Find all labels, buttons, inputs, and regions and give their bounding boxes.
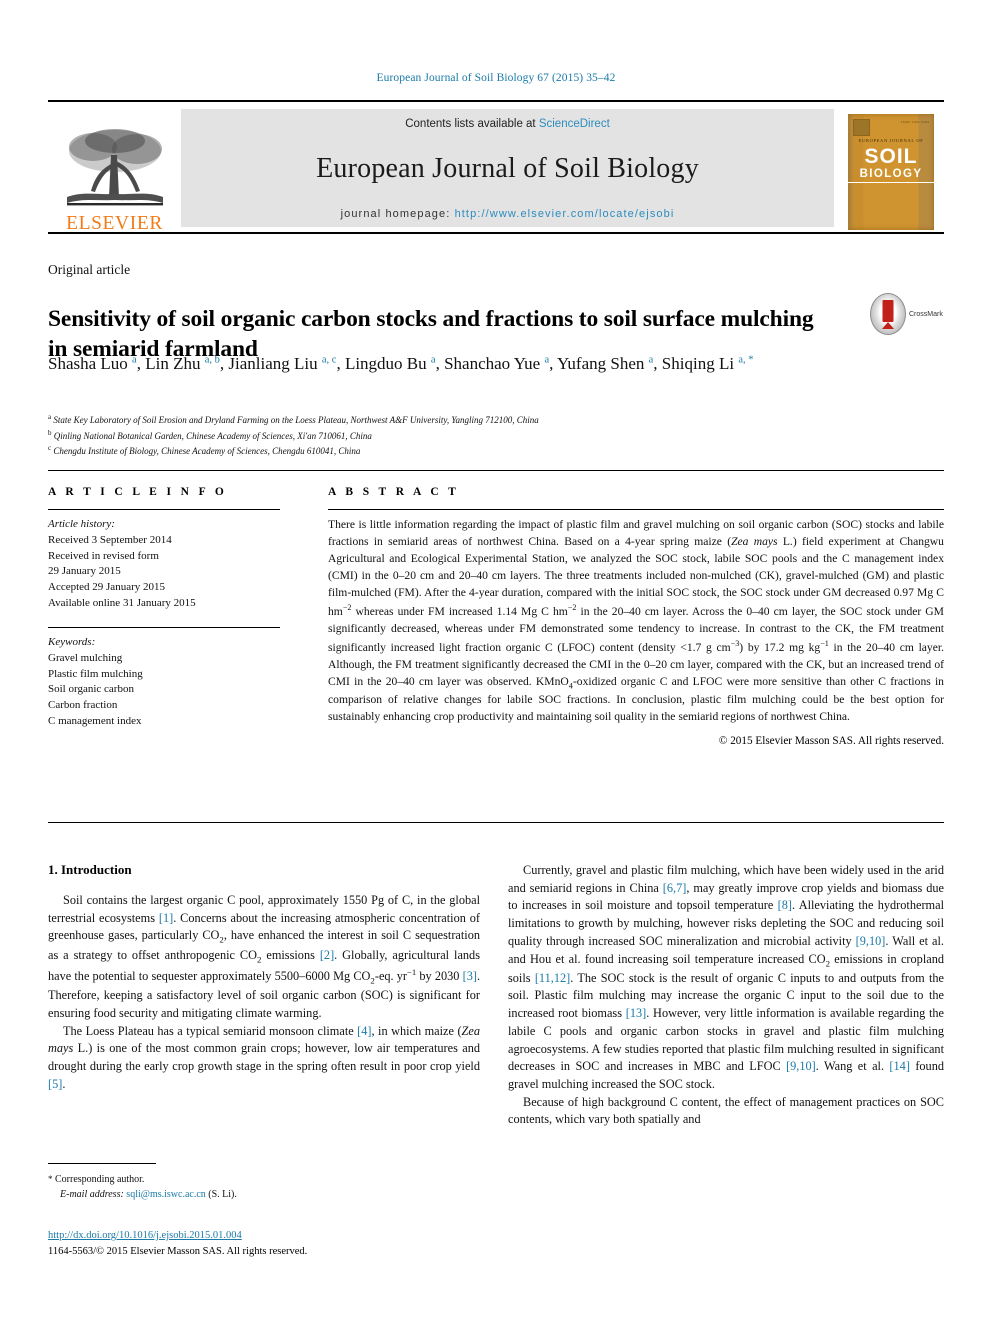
body-column-left: 1. Introduction Soil contains the larges… bbox=[48, 862, 480, 1093]
email-address-label: E-mail address: bbox=[60, 1189, 124, 1200]
cover-eyebrow: EUROPEAN JOURNAL OF bbox=[858, 138, 924, 143]
doi-block: http://dx.doi.org/10.1016/j.ejsobi.2015.… bbox=[48, 1228, 508, 1260]
cover-title-biology: BIOLOGY bbox=[848, 168, 934, 183]
affiliation-list: a State Key Laboratory of Soil Erosion a… bbox=[48, 412, 938, 459]
email-note: E-mail address: sqli@ms.iswc.ac.cn (S. L… bbox=[48, 1187, 480, 1202]
contents-prefix: Contents lists available at bbox=[405, 118, 539, 130]
abstract-heading: A B S T R A C T bbox=[328, 486, 460, 498]
cover-title-soil: SOIL bbox=[864, 145, 918, 168]
journal-masthead: ELSEVIER Contents lists available at Sci… bbox=[48, 100, 944, 235]
section-heading-introduction: 1. Introduction bbox=[48, 862, 132, 877]
keyword-item: Plastic film mulching bbox=[48, 667, 143, 680]
abstract-body: There is little information regarding th… bbox=[328, 518, 944, 724]
sciencedirect-link[interactable]: ScienceDirect bbox=[539, 118, 610, 130]
contents-lists-line: Contents lists available at ScienceDirec… bbox=[405, 118, 610, 130]
affiliation-item: c Chengdu Institute of Biology, Chinese … bbox=[48, 443, 938, 459]
elsevier-logo: ELSEVIER bbox=[48, 109, 181, 235]
journal-article-page: European Journal of Soil Biology 67 (201… bbox=[0, 0, 992, 1323]
crossmark-bar-shape bbox=[882, 300, 894, 322]
history-item: Accepted 29 January 2015 bbox=[48, 581, 165, 594]
affiliation-marker: c bbox=[48, 444, 52, 453]
crossmark-triangle-shape bbox=[882, 322, 894, 329]
email-link[interactable]: sqli@ms.iswc.ac.cn bbox=[126, 1189, 205, 1200]
paragraph: Because of high background C content, th… bbox=[508, 1094, 944, 1127]
journal-homepage-link[interactable]: http://www.elsevier.com/locate/ejsobi bbox=[455, 208, 675, 220]
keywords-label: Keywords: bbox=[48, 635, 96, 648]
running-head: European Journal of Soil Biology 67 (201… bbox=[376, 72, 616, 84]
journal-title: European Journal of Soil Biology bbox=[316, 153, 699, 184]
cover-art: ISSN 1164-5563 EUROPEAN JOURNAL OF SOIL … bbox=[848, 114, 934, 230]
keywords-rule bbox=[48, 626, 280, 628]
article-history: Article history: Received 3 September 20… bbox=[48, 517, 280, 612]
corresponding-author-marker: * bbox=[48, 1174, 53, 1184]
abstract-rule bbox=[328, 509, 944, 510]
doi-link[interactable]: http://dx.doi.org/10.1016/j.ejsobi.2015.… bbox=[48, 1230, 242, 1241]
article-info-heading: A R T I C L E I N F O bbox=[48, 486, 228, 498]
crossmark-badge[interactable]: CrossMark bbox=[870, 292, 944, 336]
homepage-prefix: journal homepage: bbox=[340, 208, 455, 220]
info-block-bottom-rule bbox=[48, 822, 944, 823]
abstract-column: A B S T R A C T There is little informat… bbox=[328, 486, 944, 747]
paragraph: Soil contains the largest organic C pool… bbox=[48, 893, 481, 1020]
corresponding-author-note: * Corresponding author. bbox=[48, 1172, 480, 1187]
crossmark-icon bbox=[870, 293, 906, 335]
article-info-rule bbox=[48, 509, 280, 510]
article-type-label: Original article bbox=[48, 262, 131, 277]
keyword-item: Soil organic carbon bbox=[48, 683, 134, 696]
history-item: Received in revised form bbox=[48, 549, 159, 562]
affiliation-text: Chengdu Institute of Biology, Chinese Ac… bbox=[53, 446, 361, 457]
issn-copyright-line: 1164-5563/© 2015 Elsevier Masson SAS. Al… bbox=[48, 1245, 308, 1257]
info-block-top-rule bbox=[48, 470, 944, 471]
journal-cover-thumbnail: ISSN 1164-5563 EUROPEAN JOURNAL OF SOIL … bbox=[838, 109, 944, 235]
affiliation-marker: a bbox=[48, 413, 52, 421]
keyword-item: Gravel mulching bbox=[48, 651, 123, 664]
article-history-label: Article history: bbox=[48, 518, 115, 530]
abstract-copyright: © 2015 Elsevier Masson SAS. All rights r… bbox=[718, 735, 944, 748]
elsevier-wordmark: ELSEVIER bbox=[66, 212, 163, 234]
paragraph: Currently, gravel and plastic film mulch… bbox=[508, 863, 945, 1091]
keyword-item: Carbon fraction bbox=[48, 699, 118, 712]
affiliation-text: State Key Laboratory of Soil Erosion and… bbox=[53, 415, 539, 425]
footnote-block: * Corresponding author. E-mail address: … bbox=[48, 1172, 480, 1202]
cover-issn: ISSN 1164-5563 bbox=[901, 120, 929, 124]
email-owner: (S. Li). bbox=[208, 1189, 237, 1200]
body-column-right: Currently, gravel and plastic film mulch… bbox=[508, 862, 944, 1129]
crossmark-label: CrossMark bbox=[909, 310, 943, 318]
corresponding-author-label: Corresponding author. bbox=[55, 1174, 145, 1185]
history-item: Available online 31 January 2015 bbox=[48, 597, 196, 610]
journal-band: Contents lists available at ScienceDirec… bbox=[181, 109, 834, 227]
cover-elsevier-icon bbox=[853, 119, 870, 136]
paragraph: The Loess Plateau has a typical semiarid… bbox=[48, 1023, 480, 1091]
article-info-column: A R T I C L E I N F O Article history: R… bbox=[48, 486, 280, 730]
affiliation-text: Qinling National Botanical Garden, Chine… bbox=[53, 430, 372, 441]
masthead-bottom-rule bbox=[48, 232, 944, 234]
history-item: Received 3 September 2014 bbox=[48, 533, 172, 546]
affiliation-marker: b bbox=[48, 428, 52, 437]
affiliation-item: b Qinling National Botanical Garden, Chi… bbox=[48, 428, 938, 444]
footnote-rule bbox=[48, 1163, 156, 1164]
keyword-item: C management index bbox=[48, 715, 142, 728]
history-item: 29 January 2015 bbox=[48, 565, 121, 578]
elsevier-tree-icon bbox=[66, 128, 163, 205]
keywords-block: Keywords: Gravel mulching Plastic film m… bbox=[48, 635, 280, 730]
journal-homepage-line: journal homepage: http://www.elsevier.co… bbox=[341, 208, 675, 220]
affiliation-item: a State Key Laboratory of Soil Erosion a… bbox=[48, 412, 938, 428]
author-list: Shasha Luo a, Lin Zhu a, b, Jianliang Li… bbox=[48, 354, 754, 373]
